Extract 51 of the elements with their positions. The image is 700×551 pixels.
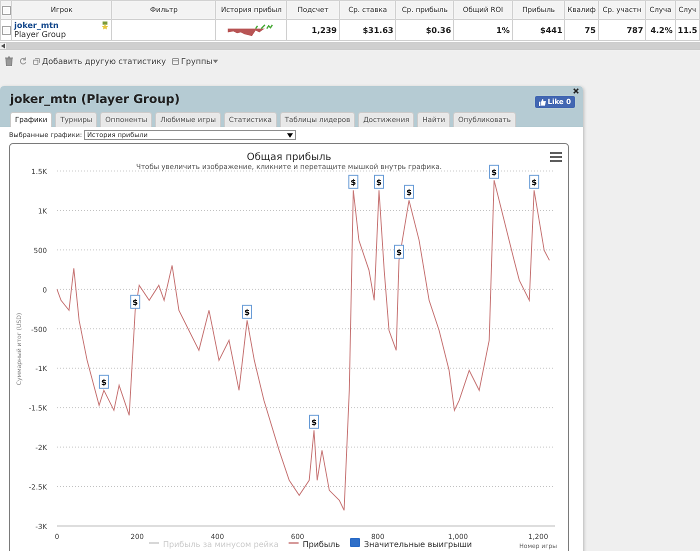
horizontal-scrollbar[interactable] xyxy=(0,42,700,49)
table-cell: $31.63 xyxy=(339,20,396,40)
annotation: $ xyxy=(350,178,357,187)
groups-dropdown[interactable]: Группы xyxy=(172,56,222,66)
table-cell: 75 xyxy=(564,20,598,40)
add-stat-button[interactable]: Добавить другую статистику xyxy=(33,56,166,66)
big-win-flag[interactable]: $ xyxy=(374,174,384,189)
refresh-icon[interactable] xyxy=(19,56,27,66)
legend-label: Прибыль xyxy=(302,540,340,549)
close-icon[interactable] xyxy=(573,88,579,94)
annotation: $ xyxy=(132,298,138,307)
big-win-flag[interactable]: $ xyxy=(404,184,414,199)
big-win-flag[interactable]: $ xyxy=(309,414,320,429)
table-cell: $441 xyxy=(512,20,565,40)
table-cell: 1% xyxy=(454,20,512,40)
chart-title: Общая прибыль xyxy=(246,152,332,163)
annotation: $ xyxy=(406,188,412,197)
caret-icon xyxy=(287,132,294,138)
big-win-flag[interactable]: $ xyxy=(130,294,140,309)
table-cell: 1,239 xyxy=(286,20,340,40)
annotation: $ xyxy=(531,178,538,187)
annotation: $ xyxy=(101,378,108,387)
big-win-flag[interactable]: $ xyxy=(394,244,404,259)
trash-icon[interactable] xyxy=(5,56,13,66)
profit-sparkline xyxy=(227,24,276,36)
annotation: $ xyxy=(244,308,250,317)
copy-icon xyxy=(33,58,40,64)
big-win-flag[interactable]: $ xyxy=(529,174,540,189)
table-cell: 11.5 xyxy=(675,20,700,40)
legend-item[interactable]: Прибыль xyxy=(288,540,340,549)
panel-title: joker_mtn (Player Group) xyxy=(10,92,180,106)
big-win-flag[interactable]: $ xyxy=(489,164,500,179)
annotation: $ xyxy=(491,168,498,177)
big-win-flag[interactable]: $ xyxy=(98,374,109,389)
table-cell: 787 xyxy=(598,20,646,40)
annotation: $ xyxy=(376,178,382,187)
annotation: $ xyxy=(311,418,318,427)
table-cell: 4.2% xyxy=(646,20,676,40)
player-group: Player Group xyxy=(14,30,66,39)
big-win-flag[interactable]: $ xyxy=(348,174,358,189)
menu-icon[interactable] xyxy=(550,152,562,162)
table-cell: $0.36 xyxy=(396,20,454,40)
annotation: $ xyxy=(396,248,402,257)
row-checkbox[interactable] xyxy=(2,26,11,35)
caret-icon xyxy=(212,58,220,64)
select-all-checkbox[interactable] xyxy=(2,6,11,14)
scroll-left-icon[interactable] xyxy=(0,42,6,48)
big-win-flag[interactable]: $ xyxy=(242,304,252,319)
award-icon xyxy=(101,21,110,30)
player-link[interactable]: joker_mtn xyxy=(14,21,66,30)
thumbs-up-icon xyxy=(538,98,546,106)
